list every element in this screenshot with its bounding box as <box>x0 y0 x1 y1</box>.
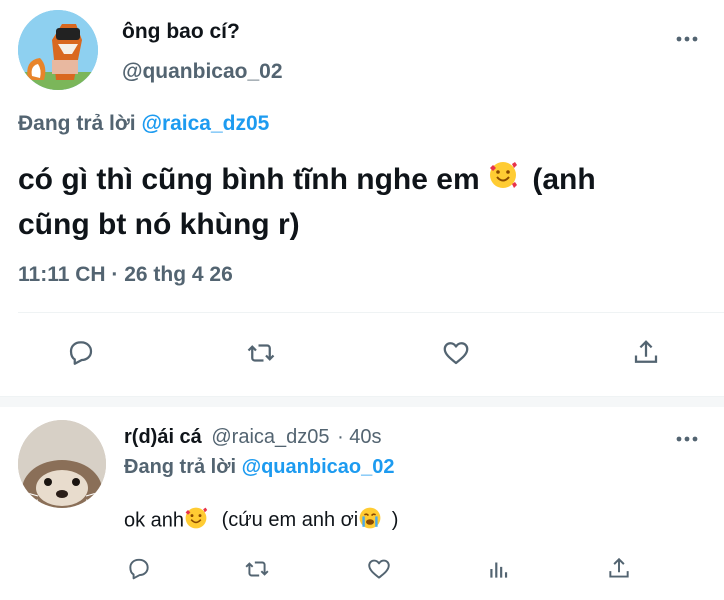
reply-text-part: ) <box>391 509 399 532</box>
reply-retweet-icon[interactable] <box>244 556 270 582</box>
tweet-text-part: có gì thì cũng bình tĩnh nghe em <box>18 163 480 196</box>
reply-replying-prefix: Đang trả lời <box>124 456 237 478</box>
reply-reply-icon[interactable] <box>126 556 152 582</box>
reply-icon[interactable] <box>66 338 96 368</box>
replying-to-link[interactable]: @raica_dz05 <box>141 112 269 135</box>
smiling-face-with-hearts-emoji <box>184 506 208 536</box>
analytics-icon[interactable] <box>486 556 512 582</box>
divider <box>18 312 724 313</box>
reply-replying-to-line: Đang trả lời @quanbicao_02 <box>124 456 394 479</box>
tweet-text-line2: cũng bt nó khùng r) <box>18 208 300 242</box>
reply-more-options-icon[interactable] <box>676 436 698 442</box>
replying-to-line: Đang trả lời @raica_dz05 <box>18 112 269 136</box>
like-icon[interactable] <box>441 338 471 368</box>
section-divider <box>0 396 724 407</box>
replying-prefix: Đang trả lời <box>18 112 136 135</box>
reply-replying-to-link[interactable]: @quanbicao_02 <box>242 456 395 478</box>
author-name[interactable]: ông bao cí? <box>122 20 240 44</box>
tweet-text-part: (anh <box>532 163 596 196</box>
reply-header: r(d)ái cá @raica_dz05 · 40s <box>124 426 382 449</box>
reply-author-avatar[interactable] <box>18 420 106 508</box>
author-handle[interactable]: @quanbicao_02 <box>122 60 283 84</box>
more-options-icon[interactable] <box>676 36 698 42</box>
reply-text-part: ok anh <box>124 509 185 532</box>
tweet-text: có gì thì cũng bình tĩnh nghe em (anh cũ… <box>18 158 708 247</box>
share-icon[interactable] <box>631 338 661 368</box>
author-avatar[interactable] <box>18 10 98 90</box>
reply-text: ok anh (cứu em anh ơi ) <box>124 506 398 536</box>
reply-like-icon[interactable] <box>366 556 392 582</box>
loudly-crying-face-emoji <box>358 506 382 536</box>
reply-author-handle[interactable]: @raica_dz05 <box>211 426 329 448</box>
reply-text-part: (cứu em anh ơi <box>221 509 359 532</box>
reply-author-name[interactable]: r(d)ái cá <box>124 426 202 448</box>
reply-share-icon[interactable] <box>606 556 632 582</box>
tweet-timestamp[interactable]: 11:11 CH · 26 thg 4 26 <box>18 263 233 287</box>
smiling-face-with-hearts-emoji <box>488 159 518 203</box>
reply-time[interactable]: · 40s <box>337 426 381 448</box>
tweet-text-line1: có gì thì cũng bình tĩnh nghe em (anh <box>18 158 708 203</box>
retweet-icon[interactable] <box>246 338 276 368</box>
